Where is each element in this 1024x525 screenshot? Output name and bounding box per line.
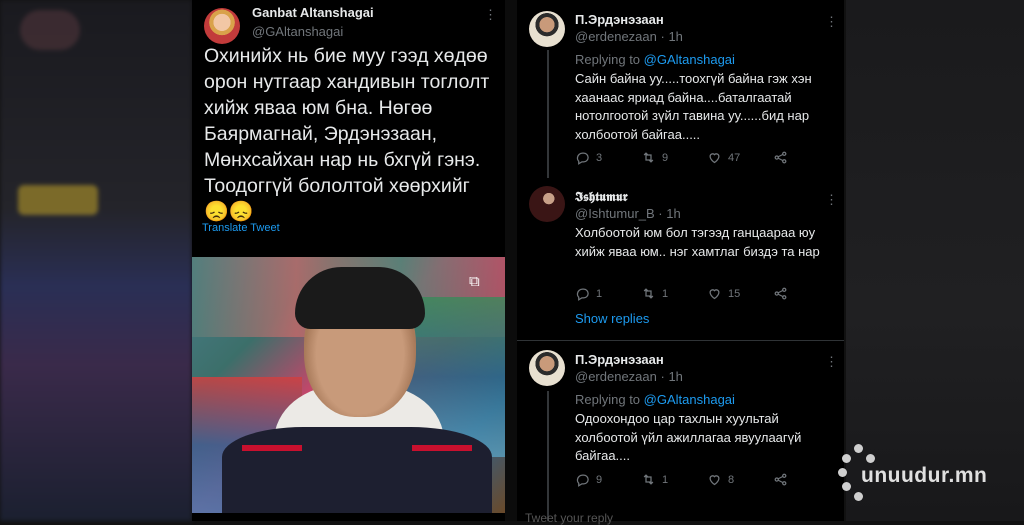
- retweet-icon: [643, 152, 654, 163]
- reply-text: Холбоотой юм бол тэгээд ганцаараа юу хий…: [575, 225, 820, 259]
- heart-icon: [709, 153, 720, 164]
- replying-to: Replying to @GAltanshagai: [575, 52, 735, 67]
- reply-icon: [576, 474, 589, 487]
- show-replies-link[interactable]: Show replies: [575, 311, 649, 326]
- reply-button[interactable]: 1: [575, 286, 602, 301]
- retweet-icon: [643, 474, 654, 485]
- tweet-actions: 1 1 15: [575, 286, 835, 302]
- mention-link[interactable]: @GAltanshagai: [644, 392, 735, 407]
- share-icon: [774, 287, 787, 300]
- author-name[interactable]: Ganbat Altanshagai: [252, 5, 374, 20]
- share-button[interactable]: [773, 472, 788, 487]
- more-options-icon[interactable]: ⋮: [484, 7, 497, 23]
- share-icon: [774, 473, 787, 486]
- main-tweet-panel: Ganbat Altanshagai @GAltanshagai ⋮ Охини…: [192, 0, 505, 521]
- share-icon: [774, 151, 787, 164]
- author-handle-time[interactable]: @erdenezaan · 1h: [575, 29, 683, 44]
- reply-tweet[interactable]: П.Эрдэнэзаан @erdenezaan · 1h ⋮ Replying…: [517, 0, 844, 180]
- reply-composer-peek[interactable]: Tweet your reply: [525, 511, 613, 525]
- avatar[interactable]: [529, 11, 565, 47]
- author-handle-time[interactable]: @Ishtumur_B · 1h: [575, 206, 681, 221]
- tweet-body: Охинийх нь бие муу гээд хөдөө орон нутга…: [204, 45, 490, 197]
- mention-link[interactable]: @GAltanshagai: [644, 52, 735, 67]
- share-button[interactable]: [773, 150, 788, 165]
- author-name[interactable]: П.Эрдэнэзаан: [575, 352, 664, 367]
- watermark-text: unuudur.mn: [861, 464, 988, 487]
- reply-icon: [576, 152, 589, 165]
- blurred-background-right: [846, 0, 1024, 521]
- replying-to: Replying to @GAltanshagai: [575, 392, 735, 407]
- author-handle-time[interactable]: @erdenezaan · 1h: [575, 369, 683, 384]
- tweet-text: Охинийх нь бие муу гээд хөдөө орон нутга…: [204, 43, 494, 225]
- avatar[interactable]: [529, 350, 565, 386]
- retweet-button[interactable]: 1: [641, 286, 668, 301]
- author-handle[interactable]: @GAltanshagai: [252, 24, 343, 39]
- more-options-icon[interactable]: ⋮: [825, 192, 838, 208]
- replies-panel: П.Эрдэнэзаан @erdenezaan · 1h ⋮ Replying…: [517, 0, 844, 525]
- reply-button[interactable]: 9: [575, 472, 602, 487]
- reply-tweet[interactable]: П.Эрдэнэзаан @erdenezaan · 1h ⋮ Replying…: [517, 341, 844, 525]
- author-name[interactable]: 𝕴𝖘𝖍𝖙𝖚𝖒𝖚𝖗: [575, 190, 628, 205]
- tweet-actions: 9 1 8: [575, 472, 835, 488]
- blurred-background-left: [0, 0, 192, 521]
- panel-gap: [505, 0, 517, 521]
- thread-line: [547, 50, 549, 178]
- reply-tweet[interactable]: 𝕴𝖘𝖍𝖙𝖚𝖒𝖚𝖗 @Ishtumur_B · 1h ⋮ Холбоотой юм…: [517, 180, 844, 335]
- retweet-button[interactable]: 1: [641, 472, 668, 487]
- picture-in-picture-icon[interactable]: ⧉: [469, 273, 489, 290]
- share-button[interactable]: [773, 286, 788, 301]
- heart-icon: [709, 475, 720, 486]
- thread-line: [547, 391, 549, 521]
- more-options-icon[interactable]: ⋮: [825, 354, 838, 370]
- like-button[interactable]: 15: [707, 286, 740, 301]
- tweet-actions: 3 9 47: [575, 150, 835, 166]
- like-button[interactable]: 47: [707, 150, 740, 165]
- author-name[interactable]: П.Эрдэнэзаан: [575, 12, 664, 27]
- sad-face-emoji: 😞😞: [204, 201, 254, 223]
- retweet-button[interactable]: 9: [641, 150, 668, 165]
- heart-icon: [709, 289, 720, 300]
- more-options-icon[interactable]: ⋮: [825, 14, 838, 30]
- reply-text: Сайн байна уу.....тоохгүй байна гэж хэн …: [575, 71, 812, 142]
- watermark-logo: unuudur.mn: [838, 444, 1018, 504]
- avatar[interactable]: [204, 8, 240, 44]
- tweet-photo[interactable]: ⧉: [192, 257, 505, 513]
- reply-icon: [576, 288, 589, 301]
- retweet-icon: [643, 288, 654, 299]
- reply-text: Одоохондоо цар тахлын хуультай холбоотой…: [575, 411, 802, 463]
- reply-button[interactable]: 3: [575, 150, 602, 165]
- translate-tweet-link[interactable]: Translate Tweet: [202, 222, 280, 234]
- like-button[interactable]: 8: [707, 472, 734, 487]
- avatar[interactable]: [529, 186, 565, 222]
